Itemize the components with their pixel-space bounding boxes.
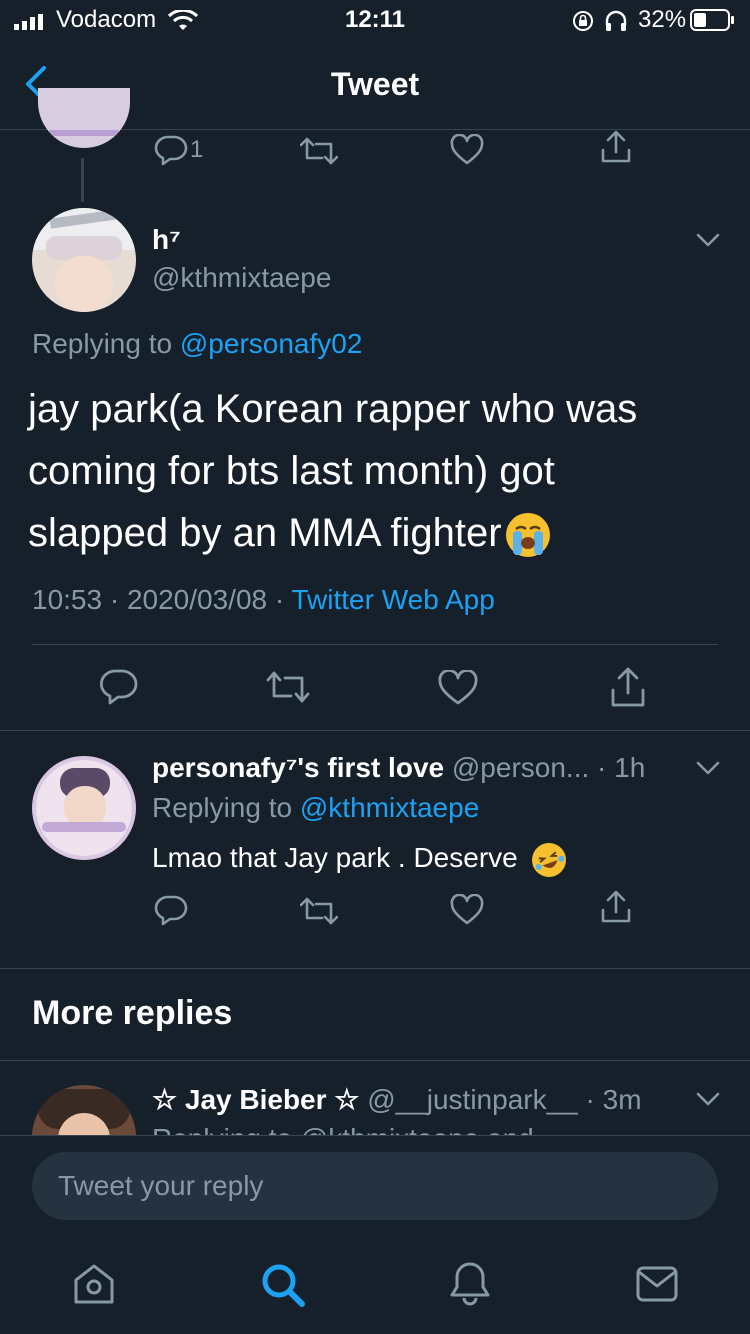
thread-line	[81, 158, 84, 202]
share-icon	[611, 667, 645, 707]
more-replies-heading: More replies	[32, 994, 233, 1032]
share-icon	[601, 890, 631, 923]
search-icon[interactable]	[260, 1262, 306, 1308]
reply-input[interactable]	[32, 1152, 718, 1220]
rolling-laughing-emoji-icon	[526, 837, 571, 882]
main-tweet-replying-to: Replying to @personafy02	[32, 328, 362, 360]
battery-icon	[690, 9, 736, 31]
divider	[32, 644, 718, 645]
reply-1-share-button[interactable]	[600, 890, 632, 924]
reply-1-header: personafy⁷'s first love @person... · 1h	[152, 752, 645, 784]
chevron-down-icon	[696, 233, 720, 247]
main-tweet-avatar[interactable]	[32, 208, 136, 312]
retweet-icon	[300, 897, 338, 925]
divider	[0, 1135, 750, 1136]
main-retweet-button[interactable]	[266, 670, 310, 704]
reply-1-retweet-button[interactable]	[300, 896, 338, 926]
reply-2-header: ☆ Jay Bieber ☆ @__justinpark__ · 3m	[152, 1083, 642, 1116]
parent-like-button[interactable]	[450, 134, 484, 166]
reply-icon	[154, 135, 188, 166]
reply-2-time: · 3m	[585, 1084, 642, 1115]
main-tweet-menu-icon[interactable]	[694, 228, 722, 252]
main-tweet-text-line: jay park(a Korean rapper who was	[28, 387, 638, 431]
bottom-tab-bar	[0, 1236, 750, 1334]
divider	[0, 968, 750, 969]
reply-1-avatar[interactable]	[32, 756, 136, 860]
reply-1-time: · 1h	[597, 752, 646, 783]
reply-1-text-content: Lmao that Jay park . Deserve	[152, 842, 518, 873]
main-tweet-text-line: slapped by an MMA fighter	[28, 502, 637, 564]
reply-2-display-name[interactable]: ☆ Jay Bieber ☆	[152, 1084, 359, 1115]
parent-reply-count: 1	[190, 136, 204, 163]
reply-icon	[100, 669, 138, 705]
heart-icon	[450, 894, 484, 925]
main-share-button[interactable]	[610, 666, 646, 708]
chevron-down-icon	[696, 1092, 720, 1106]
replying-to-link[interactable]: @kthmixtaepe	[300, 792, 479, 823]
replying-to-label: Replying to	[32, 328, 173, 359]
reply-compose-box[interactable]	[32, 1152, 718, 1220]
main-tweet-text-line-3: slapped by an MMA fighter	[28, 511, 502, 555]
reply-2-clip: ☆ Jay Bieber ☆ @__justinpark__ · 3m Repl…	[0, 1061, 750, 1135]
parent-share-button[interactable]	[600, 130, 632, 164]
main-tweet-text: jay park(a Korean rapper who was coming …	[28, 378, 637, 564]
parent-reply-button[interactable]	[154, 134, 188, 166]
reply-1-like-button[interactable]	[450, 894, 484, 926]
heart-icon	[438, 670, 478, 705]
reply-1-text: Lmao that Jay park . Deserve	[152, 837, 571, 882]
tweet-timestamp: 10:53 · 2020/03/08 ·	[32, 584, 292, 615]
messages-icon[interactable]	[636, 1266, 678, 1302]
tweet-source-link[interactable]: Twitter Web App	[291, 584, 494, 615]
reply-2-replying-to: Replying to @kthmixtaepe and	[152, 1123, 534, 1135]
main-tweet-display-name[interactable]: h⁷	[152, 224, 181, 256]
divider	[0, 730, 750, 731]
reply-1-reply-button[interactable]	[154, 894, 188, 926]
battery-percentage: 32%	[638, 6, 687, 33]
reply-2-menu-icon[interactable]	[694, 1087, 722, 1111]
reply-1-replying-to: Replying to @kthmixtaepe	[152, 792, 479, 824]
reply-1-display-name[interactable]: personafy⁷'s first love	[152, 752, 444, 783]
replying-to-link[interactable]: @personafy02	[180, 328, 363, 359]
share-icon	[601, 130, 631, 163]
reply-icon	[154, 895, 188, 926]
retweet-icon	[300, 137, 338, 165]
orientation-lock-icon	[572, 10, 594, 32]
retweet-icon	[266, 671, 310, 703]
main-tweet-meta: 10:53 · 2020/03/08 · Twitter Web App	[32, 584, 495, 616]
headphones-icon	[604, 10, 628, 32]
reply-2-avatar[interactable]	[32, 1085, 136, 1135]
parent-retweet-button[interactable]	[300, 136, 338, 166]
main-reply-button[interactable]	[100, 668, 138, 706]
main-tweet-text-line: coming for bts last month) got	[28, 449, 555, 493]
parent-avatar[interactable]	[38, 88, 130, 148]
reply-2-handle[interactable]: @__justinpark__	[367, 1084, 578, 1115]
main-like-button[interactable]	[438, 670, 478, 706]
loudly-crying-emoji-icon	[505, 513, 550, 558]
reply-1-menu-icon[interactable]	[694, 756, 722, 780]
status-bar: Vodacom 12:11 32%	[0, 0, 750, 40]
home-icon[interactable]	[72, 1262, 116, 1306]
heart-icon	[450, 134, 484, 165]
main-tweet-handle[interactable]: @kthmixtaepe	[152, 262, 331, 294]
reply-1-handle[interactable]: @person...	[452, 752, 589, 783]
replying-to-label: Replying to	[152, 792, 293, 823]
chevron-down-icon	[696, 761, 720, 775]
notifications-icon[interactable]	[448, 1260, 492, 1306]
